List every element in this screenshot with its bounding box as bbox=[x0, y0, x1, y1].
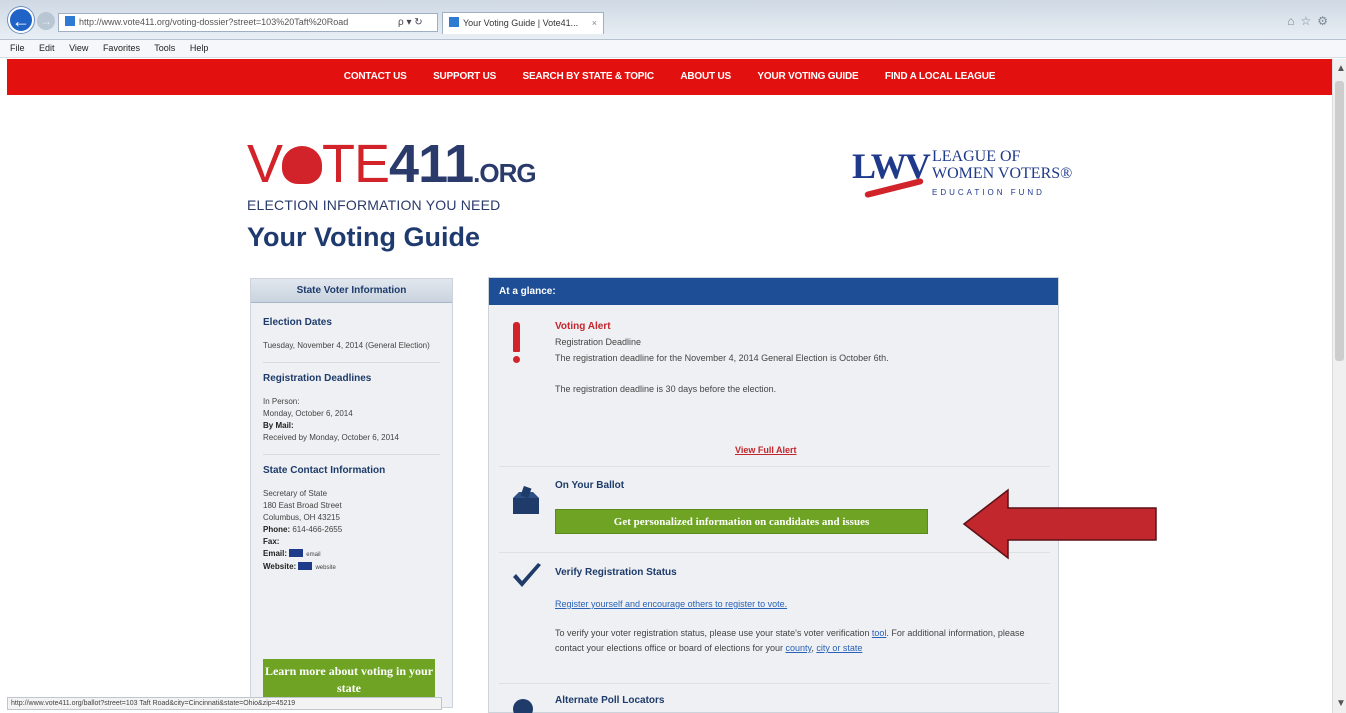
registration-deadlines-text: In Person: Monday, October 6, 2014 By Ma… bbox=[263, 396, 440, 444]
favicon-icon bbox=[65, 16, 75, 26]
address-bar[interactable]: http://www.vote411.org/voting-dossier?st… bbox=[58, 13, 438, 32]
menu-tools[interactable]: Tools bbox=[154, 43, 175, 53]
url-text: http://www.vote411.org/voting-dossier?st… bbox=[79, 17, 349, 27]
tab-favicon-icon bbox=[449, 17, 459, 27]
nav-your-voting-guide[interactable]: YOUR VOTING GUIDE bbox=[757, 59, 858, 95]
tool-link[interactable]: tool bbox=[872, 628, 887, 638]
back-icon[interactable]: ← bbox=[8, 7, 34, 33]
scroll-thumb[interactable] bbox=[1335, 81, 1344, 361]
logo-tagline: ELECTION INFORMATION YOU NEED bbox=[247, 197, 501, 213]
website-icon[interactable] bbox=[298, 562, 313, 570]
contact-city: Columbus, OH 43215 bbox=[263, 513, 340, 522]
menu-edit[interactable]: Edit bbox=[39, 43, 55, 53]
contact-street: 180 East Broad Street bbox=[263, 501, 342, 510]
election-dates-text: Tuesday, November 4, 2014 (General Elect… bbox=[263, 341, 430, 350]
page-scrollbar[interactable]: ▲ ▼ bbox=[1332, 59, 1346, 713]
city-state-link[interactable]: city or state bbox=[816, 643, 862, 653]
by-mail-text: Received by Monday, October 6, 2014 bbox=[263, 433, 399, 442]
red-arrow-annotation bbox=[962, 488, 1157, 560]
browser-tab[interactable]: Your Voting Guide | Vote41... × bbox=[442, 12, 604, 34]
divider bbox=[263, 362, 440, 363]
panel-header: At a glance: bbox=[489, 278, 1058, 305]
divider bbox=[263, 454, 440, 455]
panel-header: State Voter Information bbox=[251, 279, 452, 303]
election-dates-heading: Election Dates bbox=[263, 317, 332, 328]
verify-text-a: To verify your voter registration status… bbox=[555, 628, 872, 638]
divider bbox=[499, 466, 1050, 467]
state-voter-info-panel: State Voter Information Election Dates T… bbox=[250, 278, 453, 709]
verify-text: To verify your voter registration status… bbox=[555, 626, 1045, 656]
website-link[interactable]: website bbox=[315, 565, 335, 571]
nav-support-us[interactable]: SUPPORT US bbox=[433, 59, 496, 95]
registration-deadlines-heading: Registration Deadlines bbox=[263, 373, 372, 384]
nav-contact-us[interactable]: CONTACT US bbox=[344, 59, 407, 95]
status-bar: http://www.vote411.org/ballot?street=103… bbox=[7, 697, 442, 710]
exclamation-dot bbox=[513, 356, 520, 363]
menu-help[interactable]: Help bbox=[190, 43, 209, 53]
state-contact-heading: State Contact Information bbox=[263, 465, 386, 476]
checkmark-icon bbox=[513, 563, 541, 587]
home-favorites-settings-icons[interactable]: ⌂☆⚙ bbox=[1287, 14, 1334, 28]
email-link[interactable]: email bbox=[306, 552, 320, 558]
menu-file[interactable]: File bbox=[10, 43, 25, 53]
website-label: Website: bbox=[263, 562, 297, 571]
email-label: Email: bbox=[263, 549, 288, 558]
menu-favorites[interactable]: Favorites bbox=[103, 43, 140, 53]
voting-alert-title: Voting Alert bbox=[555, 321, 611, 332]
divider bbox=[499, 683, 1050, 684]
scroll-down-icon[interactable]: ▼ bbox=[1336, 698, 1346, 709]
lwv-subtitle: EDUCATION FUND bbox=[932, 188, 1045, 197]
nav-find-local-league[interactable]: FIND A LOCAL LEAGUE bbox=[885, 59, 995, 95]
fax-label: Fax: bbox=[263, 537, 280, 546]
exclamation-icon bbox=[513, 322, 520, 352]
nav-search-by-state[interactable]: SEARCH BY STATE & TOPIC bbox=[523, 59, 655, 95]
phone-label: Phone: bbox=[263, 525, 291, 534]
lwv-line1: LEAGUE OF bbox=[932, 148, 1021, 165]
tab-close-icon[interactable]: × bbox=[592, 13, 597, 34]
vote411-logo[interactable]: V TE411.ORG ELECTION INFORMATION YOU NEED bbox=[247, 137, 537, 213]
lwv-name: LEAGUE OF WOMEN VOTERS® bbox=[932, 148, 1072, 182]
contact-office: Secretary of State bbox=[263, 489, 328, 498]
page-title: Your Voting Guide bbox=[247, 222, 480, 252]
on-your-ballot-title: On Your Ballot bbox=[555, 480, 625, 491]
register-link[interactable]: Register yourself and encourage others t… bbox=[555, 599, 787, 609]
scroll-up-icon[interactable]: ▲ bbox=[1336, 63, 1346, 74]
view-full-alert-link[interactable]: View Full Alert bbox=[735, 445, 797, 455]
county-link[interactable]: county bbox=[785, 643, 811, 653]
verify-registration-title: Verify Registration Status bbox=[555, 567, 677, 578]
ballot-hands-icon bbox=[282, 146, 323, 184]
email-icon[interactable] bbox=[289, 549, 304, 557]
browser-toolbar: ← → http://www.vote411.org/voting-dossie… bbox=[0, 0, 1346, 40]
tab-title: Your Voting Guide | Vote41... bbox=[463, 18, 579, 28]
alert-text: The registration deadline for the Novemb… bbox=[555, 353, 889, 363]
by-mail-label: By Mail: bbox=[263, 421, 294, 430]
logo-411: 411 bbox=[389, 134, 474, 194]
in-person-label: In Person: bbox=[263, 397, 300, 406]
lwv-line2: WOMEN VOTERS® bbox=[932, 165, 1073, 182]
poll-locator-icon bbox=[513, 699, 533, 713]
alert-subtitle: Registration Deadline bbox=[555, 337, 642, 347]
logo-te: TE bbox=[322, 134, 390, 194]
forward-icon[interactable]: → bbox=[37, 12, 55, 30]
alert-text-2: The registration deadline is 30 days bef… bbox=[555, 384, 777, 394]
logo-org: .ORG bbox=[473, 158, 536, 188]
logo-v: V bbox=[247, 134, 283, 194]
phone-value: 614-466-2655 bbox=[292, 525, 343, 534]
address-controls[interactable]: ρ ▾ ↻ bbox=[398, 13, 423, 32]
menu-view[interactable]: View bbox=[69, 43, 88, 53]
alternate-poll-locators-title: Alternate Poll Locators bbox=[555, 695, 665, 706]
in-person-date: Monday, October 6, 2014 bbox=[263, 409, 353, 418]
nav-about-us[interactable]: ABOUT US bbox=[680, 59, 731, 95]
site-nav: CONTACT US SUPPORT US SEARCH BY STATE & … bbox=[7, 59, 1332, 95]
state-contact-text: Secretary of State 180 East Broad Street… bbox=[263, 488, 440, 574]
personalized-info-button[interactable]: Get personalized information on candidat… bbox=[555, 509, 928, 534]
menu-bar: File Edit View Favorites Tools Help bbox=[0, 40, 1346, 58]
ballot-box-icon bbox=[513, 486, 539, 514]
